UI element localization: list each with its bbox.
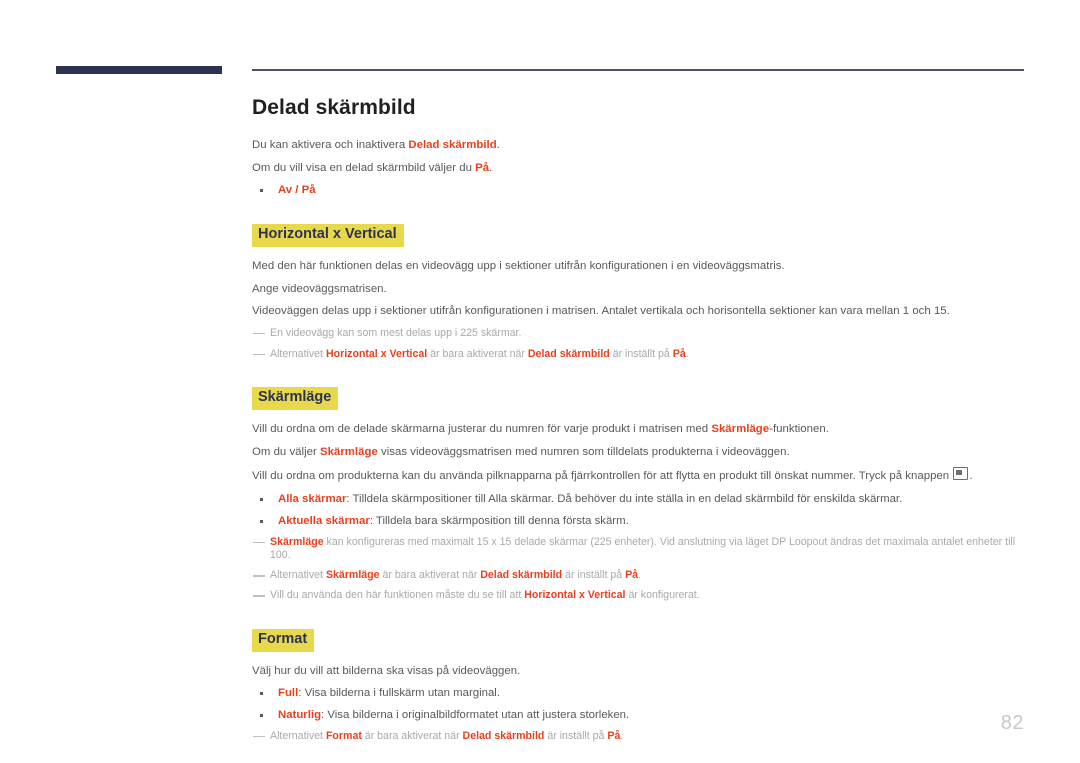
intro-p2-text-before: Om du vill visa en delad skärmbild välje… (252, 161, 476, 174)
intro-option-value: Av / På (278, 184, 316, 197)
fmt-note-term-3: På (607, 729, 621, 742)
intro-p1-term: Delad skärmbild (408, 139, 497, 151)
skarmlage-paragraph-2: Om du väljer Skärmläge visas videoväggsm… (252, 445, 1030, 460)
list-item: Full: Visa bilderna i fullskärm utan mar… (252, 686, 1030, 701)
format-bullet-2-term: Naturlig (278, 709, 322, 722)
format-option-list: Full: Visa bilderna i fullskärm utan mar… (252, 686, 1030, 723)
hxv-note-1: En videovägg kan som mest delas upp i 22… (252, 327, 1030, 341)
hxv-note2-term-2: Delad skärmbild (527, 347, 610, 360)
fmt-note-seg-3: är inställt på (544, 729, 608, 742)
intro-paragraph-1: Du kan aktivera och inaktivera Delad skä… (252, 138, 1030, 153)
page-title: Delad skärmbild (252, 96, 416, 119)
list-item: Av / På (252, 183, 1030, 198)
sk-note3-term: Horizontal x Vertical (524, 588, 626, 601)
sk-bullet-1-term: Alla skärmar (278, 492, 347, 505)
sk-note2-seg-1: Alternativet (270, 569, 326, 582)
hxv-note-2: Alternativet Horizontal x Vertical är ba… (252, 348, 1030, 362)
hxv-paragraph-2: Ange videoväggsmatrisen. (252, 282, 387, 295)
skarmlage-paragraph-3: Vill du ordna om produkterna kan du anvä… (252, 467, 1030, 484)
section-heading-skarmlage-wrap: Skärmläge (252, 387, 1030, 411)
skarmlage-paragraph-1: Vill du ordna om de delade skärmarna jus… (252, 422, 1030, 437)
format-note-1: Alternativet Format är bara aktiverat nä… (252, 730, 1030, 744)
sk-note1-term: Skärmläge (270, 535, 324, 548)
sk-note2-seg-4: . (638, 569, 642, 582)
document-content: Delad skärmbild Du kan aktivera och inak… (252, 96, 1030, 751)
format-bullet-1-term: Full (278, 687, 299, 700)
sk-p2-term: Skärmläge (320, 445, 378, 458)
sk-p1-term: Skärmläge (711, 423, 770, 436)
fmt-note-seg-4: . (620, 729, 624, 742)
hxv-note2-seg-4: . (685, 347, 689, 360)
format-bullet-1-rest: : Visa bilderna i fullskärm utan margina… (298, 687, 500, 700)
sk-p3-seg-1: Vill du ordna om produkterna kan du anvä… (252, 470, 953, 483)
sk-bullet-2-rest: : Tilldela bara skärmposition till denna… (369, 514, 629, 527)
page-number: 82 (1000, 712, 1024, 734)
sk-p2-seg-2: visas videoväggsmatrisen med numren som … (377, 445, 790, 458)
sk-note2-seg-2: är bara aktiverat när (379, 569, 481, 582)
hxv-paragraph-3: Videoväggen delas upp i sektioner utifrå… (252, 305, 950, 318)
intro-p2-text-after: . (489, 161, 493, 174)
sk-note3-seg-1: Vill du använda den här funktionen måste… (270, 588, 525, 601)
intro-p1-text-after: . (496, 139, 500, 151)
section-heading-horizontal-x-vertical: Horizontal x Vertical (252, 224, 404, 247)
fmt-note-term-2: Delad skärmbild (462, 729, 545, 742)
sk-bullet-2-term: Aktuella skärmar (278, 514, 370, 527)
hxv-note2-seg-2: är bara aktiverat när (427, 347, 528, 360)
hxv-paragraph-1: Med den här funktionen delas en videoväg… (252, 259, 785, 272)
sk-note1-rest: kan konfigureras med maximalt 15 x 15 de… (270, 535, 1016, 562)
format-paragraph-1: Välj hur du vill att bilderna ska visas … (252, 664, 521, 677)
list-item: Aktuella skärmar: Tilldela bara skärmpos… (252, 514, 1030, 529)
fmt-note-term-1: Format (325, 729, 362, 742)
sk-p2-seg-1: Om du väljer (252, 445, 320, 458)
sk-p1-seg-1: Vill du ordna om de delade skärmarna jus… (252, 423, 712, 436)
intro-p1-text-before: Du kan aktivera och inaktivera (252, 139, 409, 151)
hxv-note2-seg-1: Alternativet (270, 347, 326, 360)
sk-p1-seg-2: -funktionen. (769, 423, 829, 436)
sk-note2-term-3: På (625, 569, 639, 582)
hxv-note2-term-3: På (672, 347, 686, 360)
section-heading-horizontal-x-vertical-wrap: Horizontal x Vertical (252, 224, 1030, 247)
intro-option-list: Av / På (252, 183, 1030, 198)
list-item: Alla skärmar: Tilldela skärmpositioner t… (252, 492, 1030, 507)
sk-p3-seg-2: . (969, 470, 973, 483)
sk-note3-seg-2: är konfigurerat. (625, 588, 700, 601)
sk-note2-term-2: Delad skärmbild (480, 569, 563, 582)
skarmlage-note-1: Skärmläge kan konfigureras med maximalt … (252, 536, 1030, 564)
header-rule (252, 69, 1024, 71)
sk-note2-seg-3: är inställt på (562, 569, 626, 582)
list-item: Naturlig: Visa bilderna i originalbildfo… (252, 708, 1030, 723)
section-heading-format-wrap: Format (252, 628, 1030, 652)
intro-paragraph-2: Om du vill visa en delad skärmbild välje… (252, 161, 1030, 176)
skarmlage-option-list: Alla skärmar: Tilldela skärmpositioner t… (252, 492, 1030, 529)
skarmlage-note-3: Vill du använda den här funktionen måste… (252, 589, 1030, 603)
header-accent-bar (56, 66, 222, 74)
fmt-note-seg-2: är bara aktiverat när (361, 729, 463, 742)
sk-bullet-1-rest: : Tilldela skärmpositioner till Alla skä… (346, 492, 903, 505)
section-heading-format: Format (252, 628, 315, 652)
section-heading-skarmlage: Skärmläge (252, 387, 339, 411)
fmt-note-seg-1: Alternativet (270, 729, 326, 742)
enter-key-icon (953, 467, 969, 481)
skarmlage-note-2: Alternativet Skärmläge är bara aktiverat… (252, 569, 1030, 583)
sk-note2-term-1: Skärmläge (325, 569, 380, 582)
hxv-note2-term-1: Horizontal x Vertical (325, 347, 428, 360)
hxv-note2-seg-3: är inställt på (609, 347, 673, 360)
format-bullet-2-rest: : Visa bilderna i originalbildformatet u… (321, 709, 630, 722)
intro-p2-term: På (475, 161, 490, 174)
